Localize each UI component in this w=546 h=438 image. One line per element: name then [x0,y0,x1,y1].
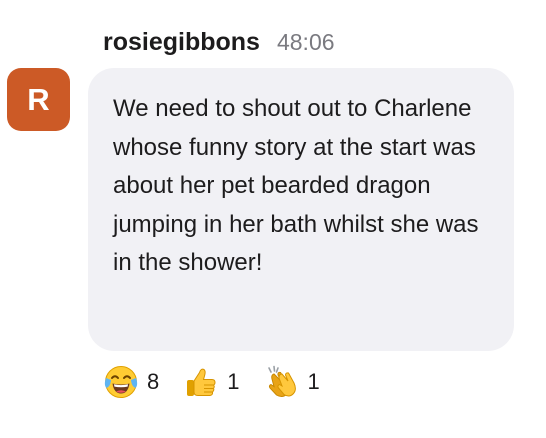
avatar[interactable]: R [7,68,70,131]
username[interactable]: rosiegibbons [103,28,260,57]
clapping-hands-emoji-icon [264,364,300,400]
reaction-thumbs-up[interactable]: 1 [183,364,240,400]
thumbs-up-emoji-icon [183,364,219,400]
message-header: rosiegibbons 48:06 [103,28,335,62]
reactions-bar: 8 1 1 [103,362,320,402]
reaction-clapping-hands[interactable]: 1 [264,364,320,400]
reaction-count: 1 [227,369,240,394]
message-bubble: We need to shout out to Charlene whose f… [88,68,514,351]
timestamp[interactable]: 48:06 [277,29,335,56]
reaction-tears-of-joy[interactable]: 8 [103,364,159,400]
chat-message: R rosiegibbons 48:06 We need to shout ou… [0,0,546,438]
avatar-initial: R [27,82,50,117]
reaction-count: 1 [307,369,320,394]
reaction-count: 8 [147,369,160,394]
message-text: We need to shout out to Charlene whose f… [113,95,479,276]
tears-of-joy-emoji-icon [103,364,139,400]
